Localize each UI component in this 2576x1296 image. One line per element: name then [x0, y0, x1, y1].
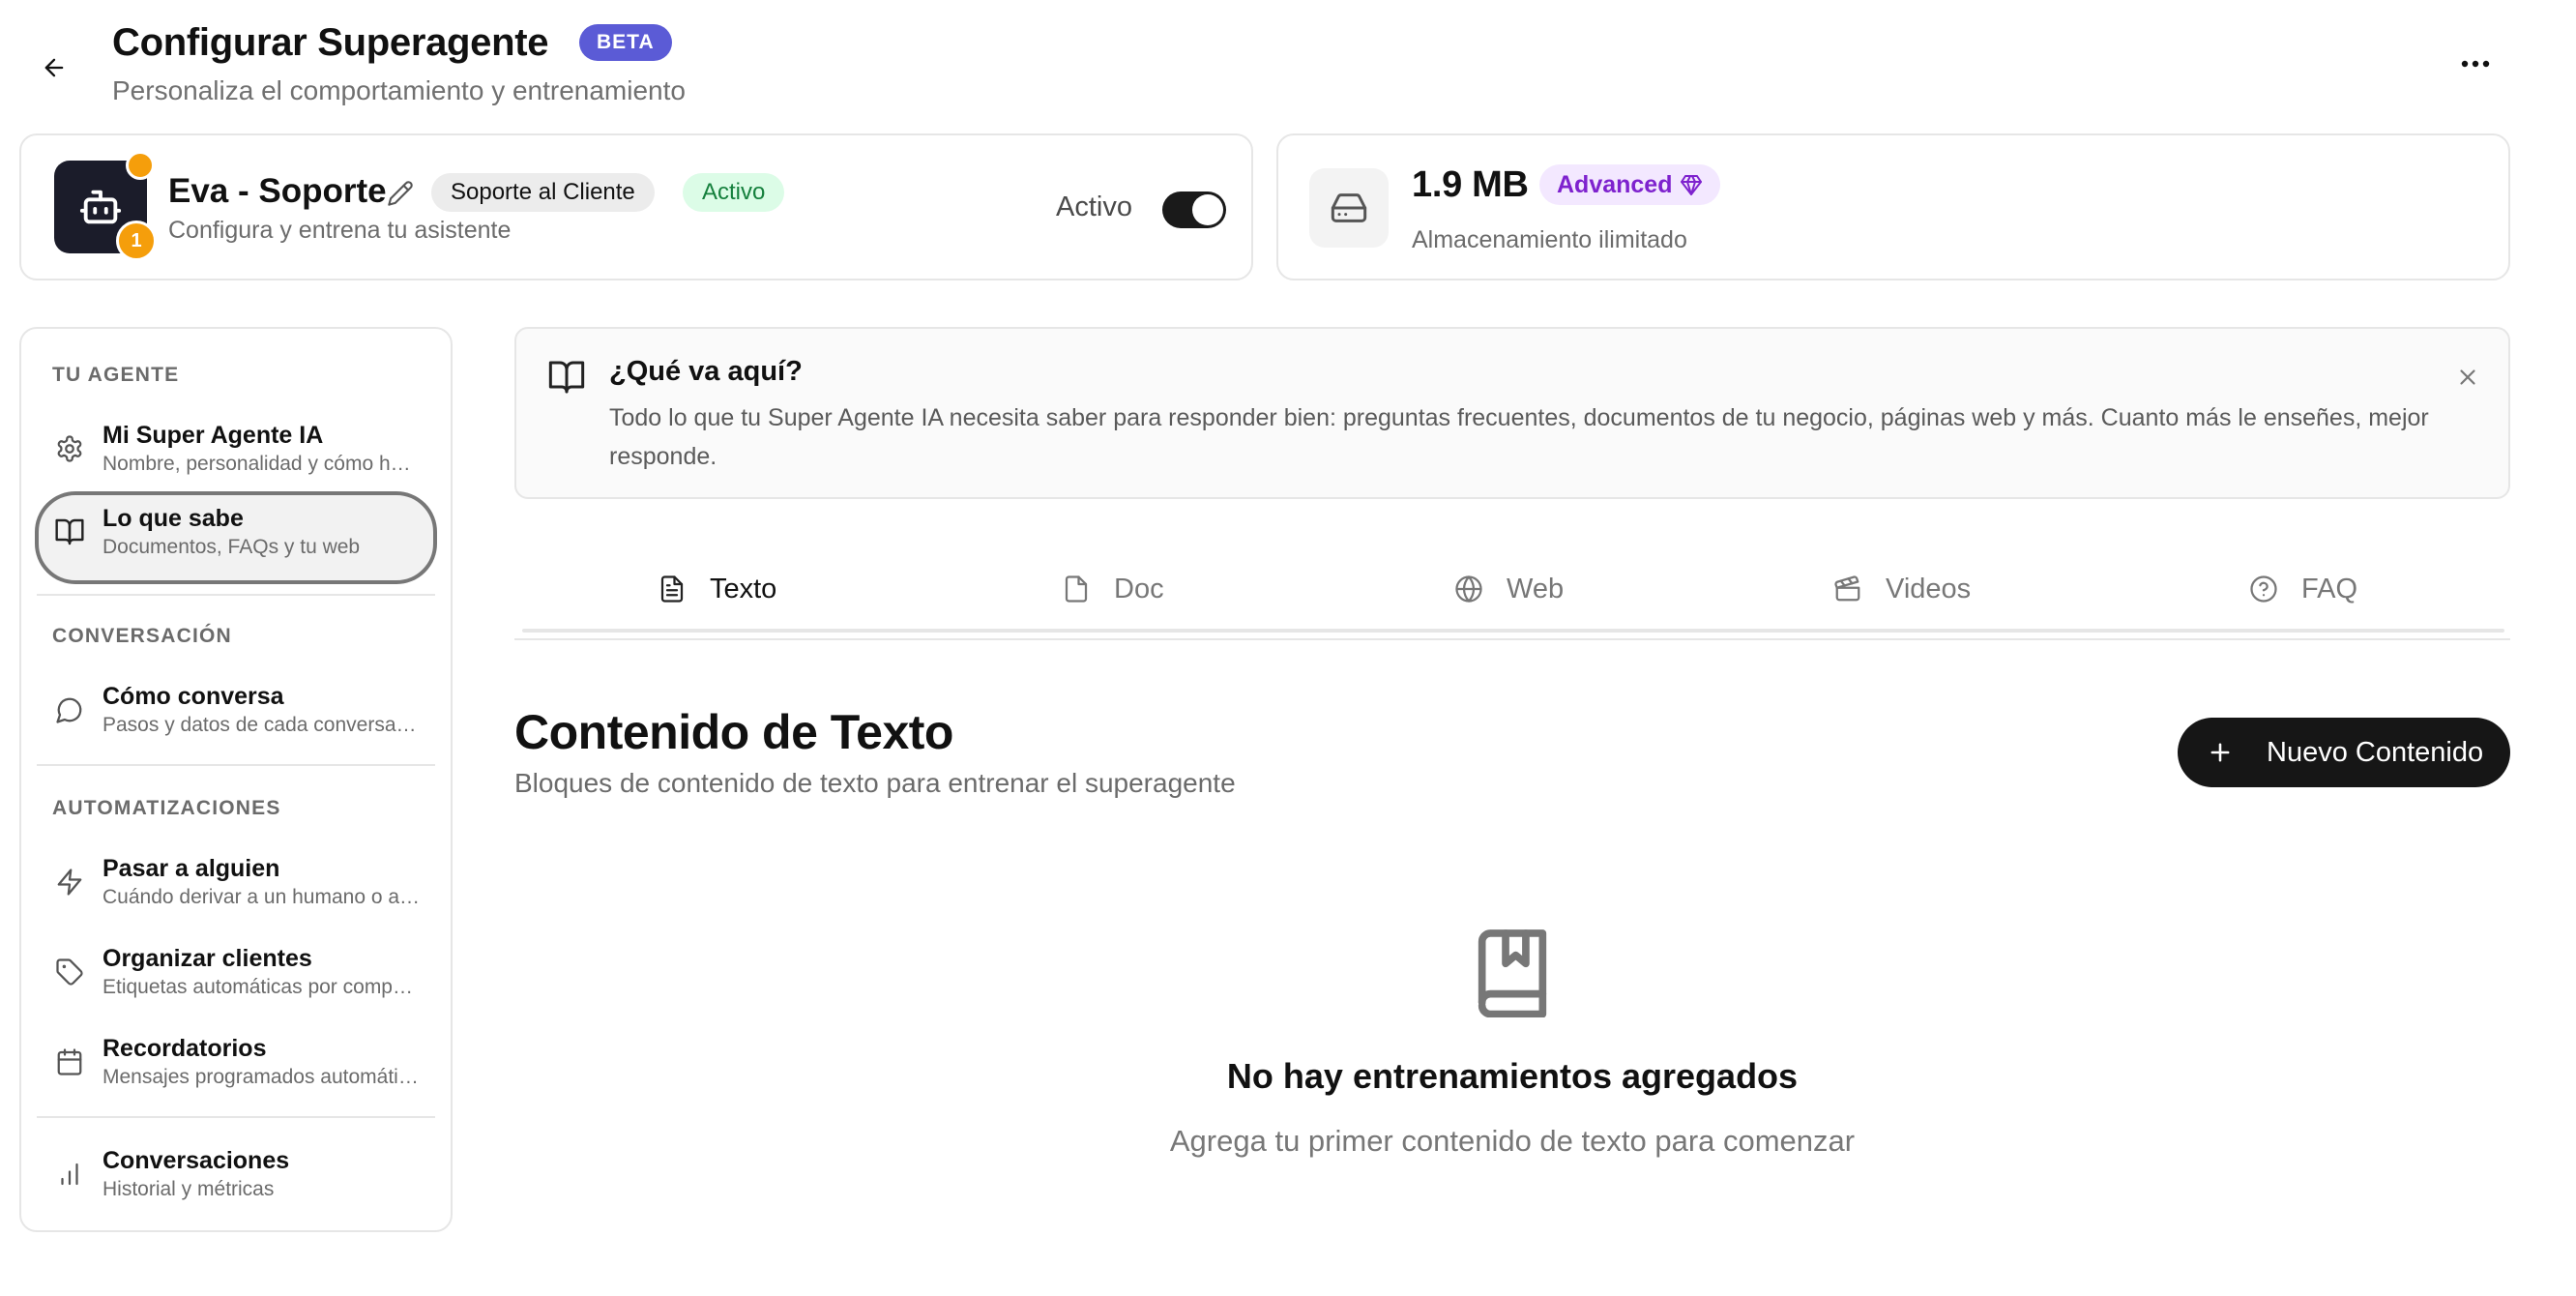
sidebar-item-title: Conversaciones	[102, 1147, 290, 1174]
sidebar-item-title: Pasar a alguien	[102, 855, 280, 882]
tab-doc[interactable]: Doc	[1060, 551, 1164, 627]
book-open-icon	[545, 356, 588, 398]
info-banner: ¿Qué va aquí? Todo lo que tu Super Agent…	[514, 327, 2510, 499]
tag-icon	[54, 957, 85, 987]
storage-description: Almacenamiento ilimitado	[1412, 226, 1687, 253]
sidebar-item-lo-que-sabe[interactable]: Lo que sabe Documentos, FAQs y tu web	[35, 491, 437, 584]
book-bookmark-icon	[1472, 927, 1553, 1017]
file-icon	[1060, 573, 1093, 605]
sidebar-item-recordatorios[interactable]: Recordatorios Mensajes programados autom…	[35, 1021, 437, 1103]
book-icon	[54, 516, 85, 547]
back-button[interactable]	[33, 46, 75, 89]
page-title: Configurar Superagente	[112, 21, 549, 64]
plan-badge: Advanced	[1539, 164, 1721, 205]
edit-name-button[interactable]	[385, 178, 416, 209]
close-icon	[2460, 369, 2475, 385]
tab-label: Web	[1507, 573, 1565, 604]
sidebar-item-subtitle: Cuándo derivar a un humano o agente	[102, 886, 422, 908]
sidebar-item-subtitle: Mensajes programados automáticamente	[102, 1066, 422, 1088]
tab-web[interactable]: Web	[1452, 551, 1564, 627]
agent-card: 1 Eva - Soporte Soporte al Cliente Activ…	[19, 133, 1253, 280]
sidebar-item-title: Lo que sabe	[102, 505, 244, 532]
tab-label: Texto	[710, 573, 777, 604]
pencil-icon	[388, 181, 413, 206]
info-text: Todo lo que tu Super Agente IA necesita …	[609, 404, 2429, 470]
empty-state-subtitle: Agrega tu primer contenido de texto para…	[1169, 1124, 1856, 1158]
beta-badge: BETA	[579, 24, 672, 61]
tab-texto[interactable]: Texto	[656, 551, 776, 627]
chat-bubble-icon	[54, 694, 85, 725]
tab-videos[interactable]: Videos	[1831, 551, 1971, 627]
sidebar-item-mi-super-agente[interactable]: Mi Super Agente IA Nombre, personalidad …	[35, 408, 437, 489]
calendar-icon	[54, 1046, 85, 1077]
more-options-button[interactable]	[2452, 43, 2499, 85]
sidebar-item-subtitle: Etiquetas automáticas por comportamiento	[102, 976, 422, 998]
sidebar-item-subtitle: Historial y métricas	[102, 1178, 275, 1200]
notification-badge: 1	[116, 221, 157, 261]
online-status-dot	[126, 151, 155, 180]
clapperboard-icon	[1831, 573, 1864, 605]
sidebar-item-title: Organizar clientes	[102, 945, 312, 972]
sidebar-item-title: Recordatorios	[102, 1035, 267, 1062]
sidebar-item-pasar-a-alguien[interactable]: Pasar a alguien Cuándo derivar a un huma…	[35, 841, 437, 923]
sidebar-divider	[37, 1116, 435, 1118]
category-badge: Soporte al Cliente	[431, 173, 655, 212]
sidebar-section-automatizaciones: AUTOMATIZACIONES	[52, 797, 281, 819]
bar-chart-icon	[54, 1159, 85, 1190]
sidebar-divider	[37, 764, 435, 766]
plan-label: Advanced	[1557, 170, 1673, 198]
agent-name: Eva - Soporte	[168, 172, 387, 210]
storage-card: 1.9 MB Advanced Almacenamiento ilimitado	[1276, 133, 2510, 280]
arrow-left-icon	[44, 58, 64, 77]
sidebar-section-conversacion: CONVERSACIÓN	[52, 625, 232, 647]
help-circle-icon	[2247, 573, 2280, 605]
storage-size: 1.9 MB	[1412, 164, 1529, 205]
status-badge: Activo	[683, 173, 785, 212]
gem-icon	[1681, 175, 1703, 195]
tab-indicator-track	[522, 629, 2504, 633]
sidebar-item-como-conversa[interactable]: Cómo conversa Pasos y datos de cada conv…	[35, 669, 437, 751]
sidebar-divider	[37, 594, 435, 596]
globe-icon	[1452, 573, 1485, 605]
tab-label: Videos	[1886, 573, 1972, 604]
sidebar-item-subtitle: Pasos y datos de cada conversación	[102, 714, 422, 736]
info-title: ¿Qué va aquí?	[609, 356, 803, 387]
content-title: Contenido de Texto	[514, 705, 953, 759]
toggle-label: Activo	[1056, 191, 1132, 222]
plus-icon	[2210, 743, 2230, 762]
tabs-divider	[514, 638, 2510, 640]
gear-icon	[54, 433, 85, 464]
active-toggle[interactable]	[1162, 191, 1226, 228]
new-content-button[interactable]: Nuevo Contenido	[2178, 718, 2510, 787]
page-subtitle: Personaliza el comportamiento y entrenam…	[112, 75, 686, 105]
sidebar-item-organizar-clientes[interactable]: Organizar clientes Etiquetas automáticas…	[35, 931, 437, 1013]
agent-description: Configura y entrena tu asistente	[168, 217, 512, 244]
toggle-knob	[1192, 194, 1223, 225]
sidebar-item-title: Cómo conversa	[102, 683, 284, 710]
file-text-icon	[656, 573, 688, 605]
sidebar-item-subtitle: Nombre, personalidad y cómo habla	[102, 453, 422, 475]
more-horizontal-icon	[2461, 60, 2490, 68]
bot-icon	[79, 190, 122, 224]
lightning-icon	[54, 867, 85, 898]
tab-label: FAQ	[2301, 573, 2358, 604]
sidebar-item-title: Mi Super Agente IA	[102, 422, 324, 449]
content-subtitle: Bloques de contenido de texto para entre…	[514, 768, 1236, 798]
hard-drive-icon	[1331, 193, 1367, 222]
sidebar-section-tu-agente: TU AGENTE	[52, 364, 180, 386]
empty-state-title: No hay entrenamientos agregados	[1226, 1056, 1799, 1096]
sidebar-item-conversaciones[interactable]: Conversaciones Historial y métricas	[35, 1134, 437, 1215]
sidebar-item-subtitle: Documentos, FAQs y tu web	[102, 536, 361, 558]
sidebar: TU AGENTE Mi Super Agente IA Nombre, per…	[19, 327, 453, 1232]
content-tabs: Texto Doc Web Videos FAQ	[514, 551, 2510, 640]
close-banner-button[interactable]	[2448, 358, 2487, 397]
tab-faq[interactable]: FAQ	[2247, 551, 2357, 627]
tab-label: Doc	[1114, 573, 1164, 604]
new-content-label: Nuevo Contenido	[2267, 736, 2484, 768]
hard-drive-icon-wrapper	[1309, 168, 1389, 248]
